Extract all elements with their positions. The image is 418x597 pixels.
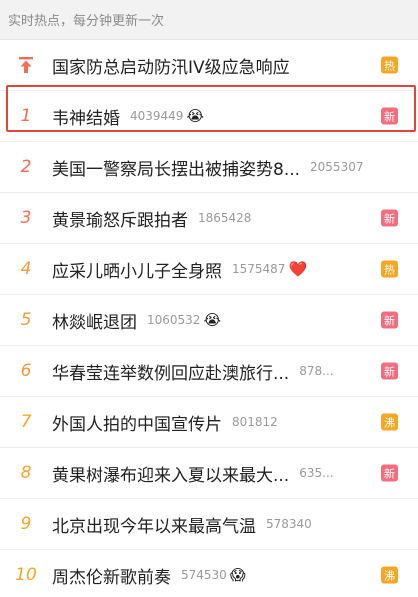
rank-number: 2 <box>20 157 32 177</box>
search-count: 574530 <box>181 568 227 582</box>
hot-badge: 热 <box>381 56 398 74</box>
list-item[interactable]: 8 黄果树瀑布迎来入夏以来最大... 635... 新 <box>0 448 418 499</box>
emoji-icon: 😭 <box>203 310 221 329</box>
pinned-row[interactable]: 国家防总启动防汛IV级应急响应 热 <box>0 40 418 91</box>
item-title: 黄果树瀑布迎来入夏以来最大... <box>52 465 290 486</box>
emoji-icon: ❤️ <box>288 259 308 278</box>
list-item[interactable]: 10 周杰伦新歌前奏 574530 😱 沸 <box>0 550 418 597</box>
item-title: 林燚岷退团 <box>52 312 137 333</box>
new-badge: 新 <box>381 362 398 380</box>
list-item[interactable]: 6 华春莹连举数例回应赴澳旅行... 878... 新 <box>0 346 418 397</box>
search-count: 801812 <box>232 415 278 429</box>
pinned-title: 国家防总启动防汛IV级应急响应 <box>52 57 290 78</box>
list-item[interactable]: 2 美国一警察局长摆出被捕姿势8... 2055307 <box>0 142 418 193</box>
search-count: 635... <box>299 466 334 480</box>
rank-number: 4 <box>20 259 32 279</box>
item-title: 外国人拍的中国宣传片 <box>52 414 222 435</box>
rank-number: 7 <box>20 412 32 432</box>
item-title: 北京出现今年以来最高气温 <box>52 516 256 537</box>
boil-badge: 沸 <box>381 413 398 431</box>
rank-number: 6 <box>20 361 32 381</box>
list-item[interactable]: 4 应采儿晒小儿子全身照 1575487 ❤️ 热 <box>0 244 418 295</box>
new-badge: 新 <box>381 107 398 125</box>
list-item[interactable]: 7 外国人拍的中国宣传片 801812 沸 <box>0 397 418 448</box>
new-badge: 新 <box>381 311 398 329</box>
new-badge: 新 <box>381 209 398 227</box>
emoji-icon: 😱 <box>229 565 246 584</box>
item-title: 周杰伦新歌前奏 <box>52 567 171 588</box>
item-title: 美国一警察局长摆出被捕姿势8... <box>52 159 301 180</box>
list-item[interactable]: 5 林燚岷退团 1060532 😭 新 <box>0 295 418 346</box>
search-count: 1575487 <box>232 262 286 276</box>
rank-number: 9 <box>20 514 32 534</box>
search-count: 4039449 <box>130 109 184 123</box>
rank-number: 10 <box>15 565 37 585</box>
search-count: 878... <box>299 364 334 378</box>
header-text: 实时热点，每分钟更新一次 <box>8 14 165 29</box>
new-badge: 新 <box>381 464 398 482</box>
hot-search-list: 国家防总启动防汛IV级应急响应 热 1 韦神结婚 4039449 😭 新 2 美国一警察局长… <box>0 40 418 597</box>
item-title: 华春莹连举数例回应赴澳旅行... <box>52 363 290 384</box>
item-title: 应采儿晒小儿子全身照 <box>52 261 222 282</box>
emoji-icon: 😭 <box>186 106 204 125</box>
list-item[interactable]: 9 北京出现今年以来最高气温 578340 <box>0 499 418 550</box>
item-title: 黄景瑜怒斥跟拍者 <box>52 210 188 231</box>
rank-number: 1 <box>20 106 32 126</box>
search-count: 2055307 <box>310 160 364 174</box>
hot-badge: 热 <box>381 260 398 278</box>
boil-badge: 沸 <box>381 566 398 584</box>
header-bar: 实时热点，每分钟更新一次 <box>0 0 418 40</box>
rank-number: 3 <box>20 208 32 228</box>
rank-number: 8 <box>20 463 32 483</box>
list-item[interactable]: 3 黄景瑜怒斥跟拍者 1865428 新 <box>0 193 418 244</box>
search-count: 578340 <box>266 517 312 531</box>
item-title: 韦神结婚 <box>52 108 120 129</box>
rank-number: 5 <box>20 310 32 330</box>
search-count: 1060532 <box>147 313 201 327</box>
list-item[interactable]: 1 韦神结婚 4039449 😭 新 <box>0 91 418 142</box>
search-count: 1865428 <box>198 211 252 225</box>
pin-icon <box>0 56 52 74</box>
